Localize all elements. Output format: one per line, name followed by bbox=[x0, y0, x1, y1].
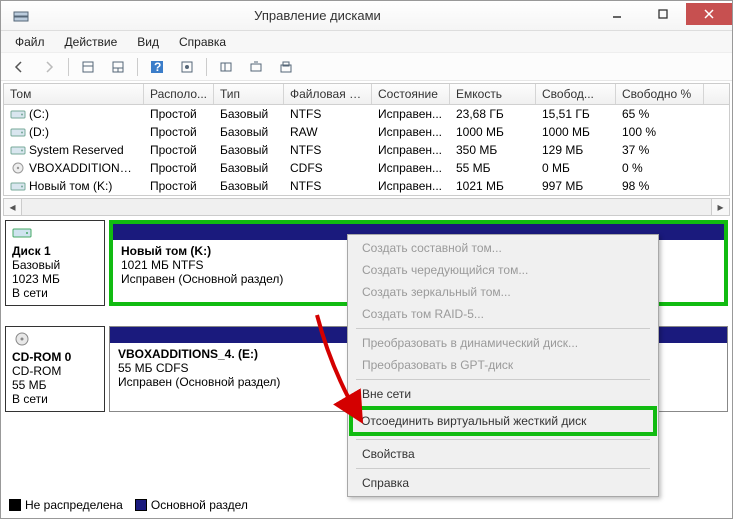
cdrom-title: CD-ROM 0 bbox=[12, 350, 98, 364]
menubar: Файл Действие Вид Справка bbox=[1, 31, 732, 53]
table-row[interactable]: System ReservedПростойБазовыйNTFSИсправе… bbox=[4, 141, 729, 159]
disk-info-box[interactable]: Диск 1 Базовый 1023 МБ В сети bbox=[5, 220, 105, 306]
ctx-offline[interactable]: Вне сети bbox=[350, 383, 656, 405]
ctx-create-spanned: Создать составной том... bbox=[350, 237, 656, 259]
table-body: (C:)ПростойБазовыйNTFSИсправен...23,68 Г… bbox=[4, 105, 729, 195]
menu-view[interactable]: Вид bbox=[129, 33, 167, 51]
close-button[interactable] bbox=[686, 3, 732, 25]
col-type[interactable]: Тип bbox=[214, 84, 284, 104]
scroll-left-icon[interactable]: ◂ bbox=[4, 199, 22, 215]
menu-help[interactable]: Справка bbox=[171, 33, 234, 51]
app-icon bbox=[1, 8, 41, 24]
col-volume[interactable]: Том bbox=[4, 84, 144, 104]
table-header: Том Располо... Тип Файловая с... Состоян… bbox=[4, 84, 729, 105]
ctx-detach-vhd-highlight: Отсоединить виртуальный жесткий диск bbox=[349, 406, 657, 436]
maximize-button[interactable] bbox=[640, 3, 686, 25]
refresh-button[interactable] bbox=[212, 56, 240, 78]
legend-primary: Основной раздел bbox=[135, 498, 248, 512]
table-row[interactable]: (D:)ПростойБазовыйRAWИсправен...1000 МБ1… bbox=[4, 123, 729, 141]
settings-button[interactable] bbox=[173, 56, 201, 78]
col-layout[interactable]: Располо... bbox=[144, 84, 214, 104]
view-bottom-button[interactable] bbox=[104, 56, 132, 78]
forward-button[interactable] bbox=[35, 56, 63, 78]
disk-status: В сети bbox=[12, 286, 98, 300]
back-button[interactable] bbox=[5, 56, 33, 78]
col-status[interactable]: Состояние bbox=[372, 84, 450, 104]
ctx-detach-vhd[interactable]: Отсоединить виртуальный жесткий диск bbox=[361, 412, 645, 430]
legend: Не распределена Основной раздел bbox=[9, 498, 248, 512]
ctx-create-mirrored: Создать зеркальный том... bbox=[350, 281, 656, 303]
disk-type: Базовый bbox=[12, 258, 98, 272]
cdrom-status: В сети bbox=[12, 392, 98, 406]
legend-unallocated: Не распределена bbox=[9, 498, 123, 512]
legend-swatch-blue bbox=[135, 499, 147, 511]
context-menu: Создать составной том... Создать чередую… bbox=[347, 234, 659, 497]
drive-icon bbox=[10, 144, 26, 156]
drive-icon bbox=[10, 108, 26, 120]
horizontal-scrollbar[interactable]: ◂ ▸ bbox=[3, 198, 730, 216]
titlebar: Управление дисками bbox=[1, 1, 732, 31]
disk-size: 1023 МБ bbox=[12, 272, 98, 286]
legend-swatch-black bbox=[9, 499, 21, 511]
drive-icon bbox=[10, 126, 26, 138]
minimize-button[interactable] bbox=[594, 3, 640, 25]
toolbar: ? bbox=[1, 53, 732, 81]
svg-text:?: ? bbox=[154, 60, 161, 74]
ctx-help[interactable]: Справка bbox=[350, 472, 656, 494]
table-row[interactable]: (C:)ПростойБазовыйNTFSИсправен...23,68 Г… bbox=[4, 105, 729, 123]
col-freepct[interactable]: Свободно % bbox=[616, 84, 704, 104]
volume-table: Том Располо... Тип Файловая с... Состоян… bbox=[3, 83, 730, 196]
cdrom-icon bbox=[10, 162, 26, 174]
table-row[interactable]: VBOXADDITIONS_...ПростойБазовыйCDFSИспра… bbox=[4, 159, 729, 177]
rescan-button[interactable] bbox=[242, 56, 270, 78]
ctx-create-striped: Создать чередующийся том... bbox=[350, 259, 656, 281]
table-row[interactable]: Новый том (K:)ПростойБазовыйNTFSИсправен… bbox=[4, 177, 729, 195]
action-button[interactable] bbox=[272, 56, 300, 78]
cdrom-info-box[interactable]: CD-ROM 0 CD-ROM 55 МБ В сети bbox=[5, 326, 105, 412]
disk-title: Диск 1 bbox=[12, 244, 98, 258]
window-title: Управление дисками bbox=[41, 8, 594, 23]
drive-icon bbox=[10, 180, 26, 192]
ctx-convert-dynamic: Преобразовать в динамический диск... bbox=[350, 332, 656, 354]
ctx-convert-gpt: Преобразовать в GPT-диск bbox=[350, 354, 656, 376]
cdrom-size: 55 МБ bbox=[12, 378, 98, 392]
disk-icon bbox=[12, 225, 32, 241]
menu-file[interactable]: Файл bbox=[7, 33, 53, 51]
col-fs[interactable]: Файловая с... bbox=[284, 84, 372, 104]
col-free[interactable]: Свобод... bbox=[536, 84, 616, 104]
col-capacity[interactable]: Емкость bbox=[450, 84, 536, 104]
ctx-create-raid5: Создать том RAID-5... bbox=[350, 303, 656, 325]
view-top-button[interactable] bbox=[74, 56, 102, 78]
help-button[interactable]: ? bbox=[143, 56, 171, 78]
scroll-right-icon[interactable]: ▸ bbox=[711, 199, 729, 215]
ctx-properties[interactable]: Свойства bbox=[350, 443, 656, 465]
cdrom-icon bbox=[12, 331, 32, 347]
cdrom-type: CD-ROM bbox=[12, 364, 98, 378]
menu-action[interactable]: Действие bbox=[57, 33, 126, 51]
